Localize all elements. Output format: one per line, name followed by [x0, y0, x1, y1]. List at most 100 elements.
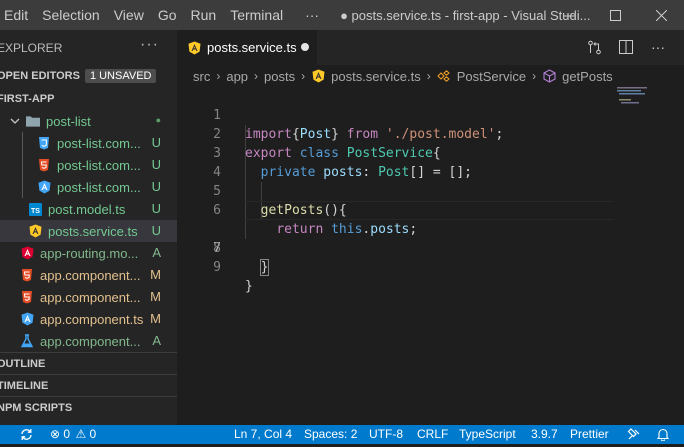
git-status: U — [151, 201, 161, 216]
menu-go[interactable]: Go — [151, 7, 184, 23]
angular-routing-file-icon — [20, 246, 34, 260]
folder-icon — [26, 114, 40, 128]
indent-guide — [22, 176, 23, 198]
open-editors-title: OPEN EDITORS — [0, 70, 80, 82]
code-text: } — [245, 258, 270, 277]
menu-run[interactable]: Run — [184, 7, 224, 23]
code-line-6: 6 return this.posts; — [177, 182, 684, 237]
method-symbol-icon — [542, 69, 556, 83]
git-status-dot: ● — [155, 115, 161, 125]
tree-item-label: app.component... — [40, 333, 141, 349]
tree-file[interactable]: post-list.com... U — [0, 154, 177, 176]
code-line-7-current: 7 } — [177, 201, 684, 276]
tree-file[interactable]: post-list.com... U — [0, 176, 177, 198]
menu-more[interactable]: ··· — [298, 7, 326, 23]
close-window-button[interactable] — [638, 0, 684, 30]
encoding[interactable]: UTF-8 — [369, 425, 403, 444]
tree-item-label: app.component... — [40, 289, 141, 305]
notifications-bell-icon[interactable] — [656, 425, 670, 444]
angular-service-file-icon — [187, 41, 201, 55]
tree-item-label: post.model.ts — [48, 201, 126, 217]
tree-item-label: app.component.ts — [40, 311, 144, 327]
unsaved-dot-icon[interactable] — [301, 43, 309, 51]
minimize-button[interactable] — [546, 0, 592, 30]
line-number: 9 — [213, 260, 221, 275]
npm-scripts-title: NPM SCRIPTS — [0, 401, 73, 414]
explorer-more-icon[interactable]: ··· — [140, 36, 159, 54]
typescript-file-icon: TS — [28, 202, 42, 216]
split-editor-icon[interactable] — [618, 39, 634, 55]
indent-guide — [22, 132, 23, 154]
tab-posts-service[interactable]: posts.service.ts — [177, 30, 317, 65]
tree-item-label: post-list — [46, 113, 91, 129]
angular-ts-file-icon — [20, 312, 34, 326]
remote-sync-icon[interactable] — [20, 425, 33, 444]
tree-item-label: app-routing.mo... — [40, 245, 139, 261]
tree-file[interactable]: app.component... M — [0, 264, 177, 286]
menu-selection[interactable]: Selection — [35, 7, 107, 23]
breadcrumb-posts[interactable]: posts — [264, 69, 295, 84]
language-mode[interactable]: TypeScript — [459, 425, 516, 444]
tree-item-label: post-list.com... — [57, 157, 141, 173]
code-line-4: 4 — [177, 144, 684, 180]
sidebar-bottom-sections: OUTLINE TIMELINE NPM SCRIPTS — [0, 352, 177, 418]
tree-item-label: post-list.com... — [57, 135, 141, 151]
cursor-position[interactable]: Ln 7, Col 4 — [234, 425, 292, 444]
breadcrumb-src[interactable]: src — [193, 69, 210, 84]
tree-file[interactable]: app.component.ts M — [0, 308, 177, 330]
class-symbol-icon — [436, 69, 451, 83]
code-line-9: 9 } — [177, 239, 684, 294]
npm-scripts-section[interactable]: NPM SCRIPTS — [0, 396, 177, 418]
tree-file[interactable]: TS post.model.ts U — [0, 198, 177, 220]
tab-bar: posts.service.ts ··· — [177, 30, 684, 65]
open-changes-icon[interactable] — [586, 39, 602, 55]
tree-file[interactable]: post-list.com... U — [0, 132, 177, 154]
chevron-right-icon: › — [216, 69, 221, 83]
explorer-title: EXPLORER — [0, 40, 63, 55]
editor-more-icon[interactable]: ··· — [650, 39, 666, 55]
angular-service-file-icon — [28, 224, 42, 238]
code-line-5: 5 getPosts(){ — [177, 163, 684, 218]
code-line-1: 1 import{Post} from './post.model'; — [177, 87, 684, 142]
indent-guide — [22, 154, 23, 176]
tree-file[interactable]: app-routing.mo... A — [0, 242, 177, 264]
timeline-section[interactable]: TIMELINE — [0, 374, 177, 396]
outline-section[interactable]: OUTLINE — [0, 352, 177, 374]
tree-file-selected[interactable]: posts.service.ts U — [0, 220, 177, 242]
problems-indicator[interactable]: ⊗ 0 ⚠ 0 — [50, 425, 96, 444]
git-status: U — [151, 179, 161, 194]
typescript-version[interactable]: 3.9.7 — [531, 425, 558, 444]
tab-label: posts.service.ts — [207, 40, 297, 55]
breadcrumb-app[interactable]: app — [226, 69, 248, 84]
error-count: 0 — [63, 427, 71, 441]
git-status: M — [150, 267, 161, 282]
menu-edit[interactable]: Edit — [0, 7, 35, 23]
svg-text:TS: TS — [31, 208, 40, 215]
feedback-icon[interactable] — [627, 425, 641, 444]
minimap[interactable] — [617, 87, 657, 107]
tree-file[interactable]: app.component... M — [0, 286, 177, 308]
maximize-button[interactable] — [592, 0, 638, 30]
explorer-sidebar: EXPLORER ··· OPEN EDITORS 1 UNSAVED FIRS… — [0, 30, 177, 425]
menu-terminal[interactable]: Terminal — [223, 7, 290, 23]
tree-folder-post-list[interactable]: post-list ● — [0, 110, 177, 132]
project-section[interactable]: FIRST-APP — [0, 87, 177, 110]
menu-bar: Edit Selection View Go Run Terminal ··· — [0, 7, 326, 23]
prettier-status[interactable]: Prettier — [570, 425, 609, 444]
indentation[interactable]: Spaces: 2 — [304, 425, 357, 444]
code-editor[interactable]: 1 import{Post} from './post.model'; 2 ex… — [177, 87, 684, 294]
open-editors-section[interactable]: OPEN EDITORS 1 UNSAVED — [0, 65, 177, 87]
code-line-2: 2 export class PostService{ — [177, 106, 684, 161]
tree-item-label: post-list.com... — [57, 179, 141, 195]
menu-view[interactable]: View — [107, 7, 151, 23]
chevron-right-icon: › — [254, 69, 259, 83]
tree-file[interactable]: app.component... A — [0, 330, 177, 352]
end-of-line[interactable]: CRLF — [417, 425, 448, 444]
warning-icon: ⚠ — [75, 427, 87, 441]
current-line-highlight — [244, 201, 614, 220]
breadcrumb-file[interactable]: posts.service.ts — [331, 69, 421, 84]
breadcrumb-class[interactable]: PostService — [457, 69, 526, 84]
breadcrumb-method[interactable]: getPosts — [562, 69, 613, 84]
token: } — [245, 279, 253, 294]
status-bar: ⊗ 0 ⚠ 0 Ln 7, Col 4 Spaces: 2 UTF-8 CRLF… — [0, 425, 684, 444]
